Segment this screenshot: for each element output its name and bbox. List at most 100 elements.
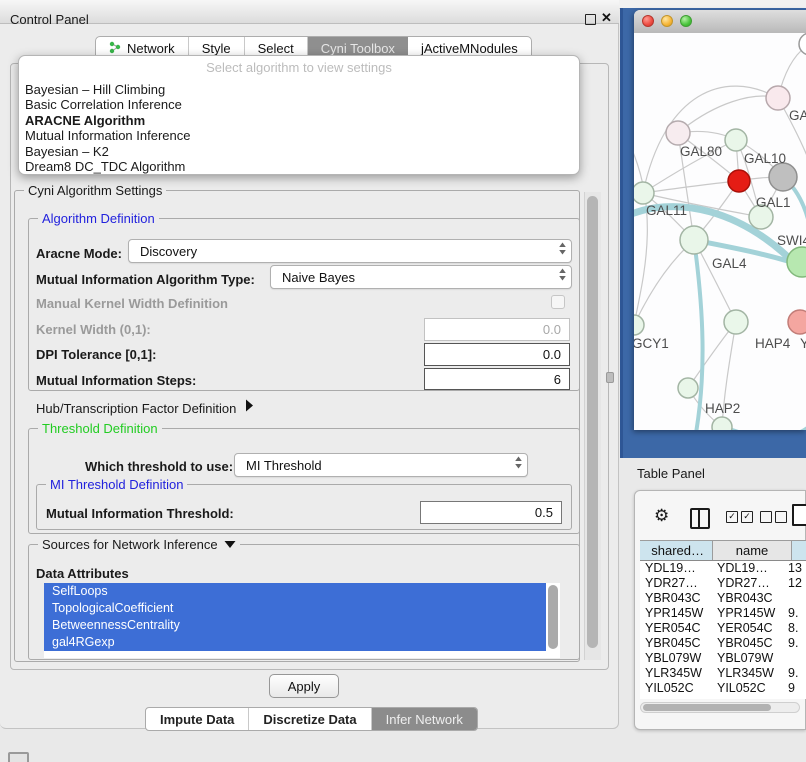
mi-type-label: Mutual Information Algorithm Type: [36, 272, 255, 287]
document-icon[interactable] [792, 504, 806, 526]
menu-item[interactable]: Bayesian – Hill Climbing [19, 82, 579, 97]
kernel-width-field[interactable]: 0.0 [424, 318, 570, 341]
table-row[interactable]: YIL052C YIL052C 9 [640, 681, 806, 696]
node-selected-gray[interactable] [769, 163, 797, 191]
table-row[interactable]: YBR045C YBR045C 9. [640, 636, 806, 651]
window-close-icon[interactable] [642, 15, 654, 27]
select-all-icon[interactable]: ✓ ✓ [726, 511, 753, 523]
node-label: HAP4 [755, 336, 791, 351]
list-item[interactable]: TopologicalCoefficient [44, 600, 546, 617]
which-threshold-combobox[interactable]: MI Threshold [234, 453, 528, 477]
control-panel-titlebar[interactable] [0, 0, 619, 24]
list-item[interactable]: SelfLoops [44, 583, 546, 600]
column-header-shared-name[interactable]: shared… [640, 541, 713, 560]
column-header-name[interactable]: name [713, 541, 792, 560]
mi-steps-label: Mutual Information Steps: [36, 373, 196, 388]
node-gal4[interactable] [680, 226, 708, 254]
bottom-tabbar: Impute Data Discretize Data Infer Networ… [145, 707, 478, 731]
table-row[interactable]: YLR345W YLR345W 9. [640, 666, 806, 681]
list-scrollbar-thumb[interactable] [548, 585, 558, 649]
table-row[interactable]: YBR043C YBR043C [640, 591, 806, 606]
gear-icon[interactable]: ⚙ [654, 506, 669, 526]
menu-item-highlighted[interactable]: ARACNE Algorithm [19, 113, 579, 128]
manual-kernel-checkbox[interactable] [551, 295, 565, 309]
table-body[interactable]: YDL19… YDL19… 13 YDR27… YDR27… 12 YBR043… [640, 561, 806, 699]
list-item[interactable]: gal4RGexp [44, 634, 546, 651]
which-threshold-value: MI Threshold [246, 458, 322, 473]
collapse-down-icon[interactable] [224, 537, 236, 552]
close-icon[interactable]: ✕ [601, 10, 612, 26]
menu-item[interactable]: Bayesian – K2 [19, 144, 579, 159]
aracne-mode-combobox[interactable]: Discovery [128, 239, 572, 263]
table-panel-title: Table Panel [637, 466, 705, 481]
network-window-titlebar[interactable] [634, 10, 806, 34]
table-header: shared… name [640, 540, 806, 561]
dpi-tolerance-label: DPI Tolerance [0,1]: [36, 347, 156, 362]
menu-item[interactable]: Mutual Information Inference [19, 128, 579, 143]
columns-icon[interactable] [690, 508, 710, 529]
node-gal80[interactable] [666, 121, 690, 145]
node[interactable] [788, 310, 806, 334]
aracne-mode-label: Aracne Mode: [36, 246, 122, 261]
node-gcy1[interactable] [634, 315, 644, 335]
tab-network-label: Network [127, 41, 175, 56]
sources-group-header[interactable]: Sources for Network Inference [38, 537, 240, 552]
kernel-width-label: Kernel Width (0,1): [36, 322, 151, 337]
apply-button[interactable]: Apply [269, 674, 339, 698]
dpi-tolerance-field[interactable]: 0.0 [424, 343, 570, 366]
node-label: GAL11 [646, 203, 687, 218]
collapsed-panel-icon[interactable] [8, 752, 29, 762]
deselect-all-icon[interactable] [760, 511, 787, 523]
stepper-icon [558, 267, 567, 287]
node[interactable] [766, 86, 790, 110]
stepper-icon [514, 455, 523, 475]
network-canvas[interactable]: GAL GAL80 GAL10 GAL1 GAL11 SWI4 GAL4 GCY… [634, 33, 806, 430]
menu-item[interactable]: Dream8 DC_TDC Algorithm [19, 159, 579, 174]
table-row[interactable]: YBL079W YBL079W [640, 651, 806, 666]
node-gal10[interactable] [725, 129, 747, 151]
hub-definition-row[interactable]: Hub/Transcription Factor Definition [36, 399, 254, 417]
node[interactable] [787, 247, 806, 277]
table-row[interactable]: YPR145W YPR145W 9. [640, 606, 806, 621]
screen: Control Panel ✕ Network Style Select Cyn… [0, 0, 806, 762]
tab-discretize-data[interactable]: Discretize Data [249, 708, 371, 730]
threshold-definition-title: Threshold Definition [38, 421, 162, 436]
split-pane-handle[interactable] [606, 372, 614, 383]
float-window-icon[interactable] [585, 14, 596, 25]
node-label: GAL10 [744, 151, 786, 166]
manual-kernel-label: Manual Kernel Width Definition [36, 296, 228, 311]
algorithm-definition-title: Algorithm Definition [38, 211, 159, 226]
node-hap2[interactable] [678, 378, 698, 398]
node-label: GAL1 [756, 195, 791, 210]
node-gal11[interactable] [634, 182, 654, 204]
table-row[interactable]: YDL19… YDL19… 13 [640, 561, 806, 576]
node-gal1-red[interactable] [728, 170, 750, 192]
node-label: GAL4 [712, 256, 747, 271]
table-row[interactable]: YDR27… YDR27… 12 [640, 576, 806, 591]
sources-group-title: Sources for Network Inference [42, 537, 218, 552]
table-hscrollbar-thumb[interactable] [643, 704, 771, 711]
checked-box-icon: ✓ [741, 511, 753, 523]
node-label: SWI4 [777, 233, 806, 248]
node-hap4[interactable] [724, 310, 748, 334]
tab-impute-data[interactable]: Impute Data [146, 708, 249, 730]
menu-item[interactable]: Basic Correlation Inference [19, 97, 579, 112]
list-item[interactable]: BetweennessCentrality [44, 617, 546, 634]
mi-type-combobox[interactable]: Naive Bayes [270, 265, 572, 289]
window-zoom-icon[interactable] [680, 15, 692, 27]
hub-definition-label: Hub/Transcription Factor Definition [36, 401, 236, 416]
node-label: GAL [789, 108, 806, 123]
column-header-partial[interactable] [792, 541, 806, 560]
node-label: HAP2 [705, 401, 740, 416]
table-row[interactable]: YER054C YER054C 8. [640, 621, 806, 636]
algorithm-popup-prompt: Select algorithm to view settings [19, 60, 579, 75]
data-attributes-list[interactable]: SelfLoopsTopologicalCoefficientBetweenne… [44, 583, 560, 658]
expand-right-icon[interactable] [245, 399, 254, 417]
settings-scrollbar-thumb[interactable] [587, 196, 598, 648]
node-label: GCY1 [634, 336, 669, 351]
tab-infer-network[interactable]: Infer Network [372, 708, 477, 730]
node[interactable] [712, 417, 732, 430]
window-minimize-icon[interactable] [661, 15, 673, 27]
mi-steps-field[interactable]: 6 [424, 368, 570, 390]
mi-threshold-field[interactable]: 0.5 [420, 501, 562, 524]
